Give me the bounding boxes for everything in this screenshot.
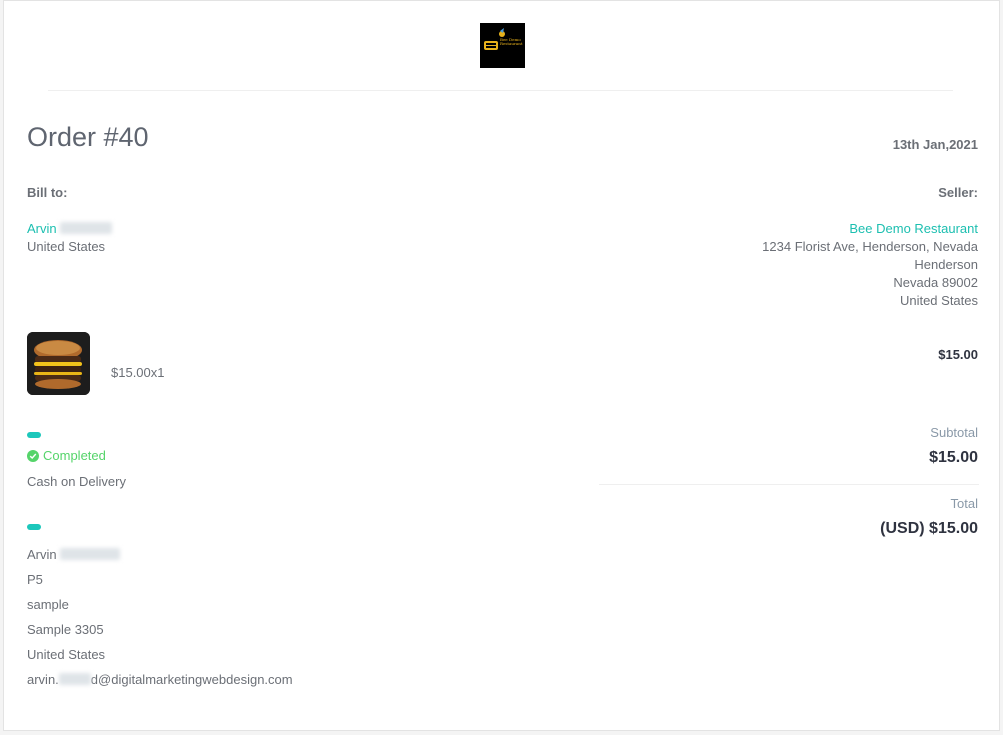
bill-to-first-name: Arvin	[27, 221, 57, 236]
subtotal-label: Subtotal	[930, 425, 978, 440]
seller-state-zip: Nevada 89002	[893, 275, 978, 290]
seller-address-line1: 1234 Florist Ave, Henderson, Nevada	[762, 239, 978, 254]
shipping-address: Arvin P5 sample Sample 3305 United State…	[27, 542, 293, 692]
bill-to-address: Arvin United States	[27, 220, 113, 256]
status-indicator-pill	[27, 432, 41, 438]
check-circle-icon	[27, 449, 39, 462]
item-line-total: $15.00	[938, 347, 978, 362]
shipping-line1: P5	[27, 572, 43, 587]
total-label: Total	[950, 496, 978, 511]
totals-divider	[599, 484, 979, 485]
bill-to-name[interactable]: Arvin	[27, 220, 113, 238]
seller-address: Bee Demo Restaurant 1234 Florist Ave, He…	[762, 220, 978, 310]
shipping-country: United States	[27, 647, 106, 662]
shipping-indicator-pill	[27, 524, 41, 530]
shipping-line2: sample	[27, 597, 69, 612]
header-divider	[48, 90, 953, 91]
bill-to-heading: Bill to:	[27, 185, 68, 200]
payment-method: Cash on Delivery	[27, 474, 126, 489]
shipping-name: Arvin	[27, 542, 293, 567]
order-invoice-card: Bee Demo Restaurant Order #40 13th Jan,2…	[3, 0, 1000, 731]
shipping-first-name: Arvin	[27, 547, 57, 562]
item-price-quantity: $15.00x1	[111, 365, 165, 380]
email-prefix: arvin.	[27, 672, 59, 687]
subtotal-value: $15.00	[929, 449, 978, 466]
order-date: 13th Jan,2021	[892, 137, 978, 152]
shipping-line3: Sample 3305	[27, 622, 104, 637]
redacted-last-name	[60, 222, 113, 234]
bill-to-country: United States	[27, 239, 106, 254]
total-value: (USD) $15.00	[880, 520, 978, 537]
seller-city: Henderson	[914, 257, 978, 272]
seller-name[interactable]: Bee Demo Restaurant	[762, 220, 978, 238]
seller-heading: Seller:	[938, 185, 978, 200]
redacted-last-name	[60, 548, 121, 560]
order-status: Completed	[27, 448, 106, 463]
email-suffix: d@digitalmarketingwebdesign.com	[90, 672, 293, 687]
shipping-email: arvin. d@digitalmarketingwebdesign.com	[27, 667, 293, 692]
burger-image	[27, 332, 90, 395]
order-title: Order #40	[27, 122, 149, 152]
redacted-email-part	[58, 673, 91, 685]
seller-country: United States	[899, 293, 978, 308]
order-status-label: Completed	[43, 448, 106, 463]
restaurant-logo: Bee Demo Restaurant	[480, 23, 525, 68]
logo-text: Bee Demo Restaurant	[500, 37, 523, 46]
